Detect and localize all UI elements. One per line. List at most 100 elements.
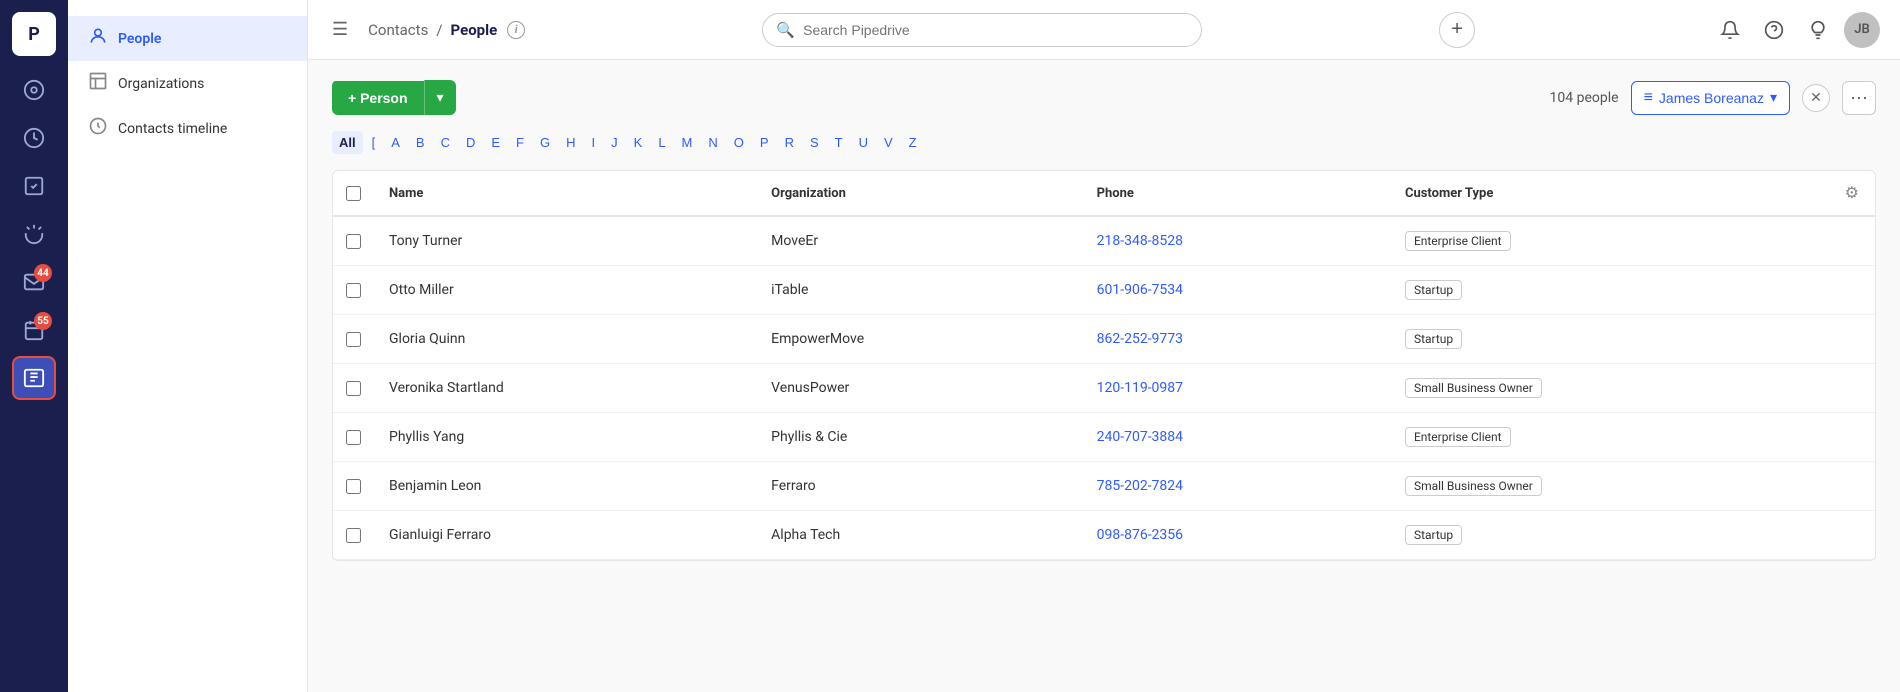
row-phone[interactable]: 098-876-2356 — [1081, 511, 1389, 560]
sidebar-icon-tasks[interactable] — [12, 164, 56, 208]
row-name[interactable]: Tony Turner — [373, 216, 755, 266]
alpha-btn-s[interactable]: S — [803, 131, 826, 154]
row-organization[interactable]: VenusPower — [755, 364, 1080, 413]
customer-type-tag: Small Business Owner — [1405, 378, 1542, 398]
alpha-btn-l[interactable]: L — [651, 131, 672, 154]
sidebar-icon-mail[interactable]: 44 — [12, 260, 56, 304]
sidebar-item-people[interactable]: People — [68, 16, 307, 61]
alpha-btn-j[interactable]: J — [604, 131, 625, 154]
row-checkbox[interactable] — [346, 332, 361, 347]
row-organization[interactable]: iTable — [755, 266, 1080, 315]
customer-type-tag: Small Business Owner — [1405, 476, 1542, 496]
row-customer-type: Small Business Owner — [1389, 462, 1829, 511]
table-row: Gianluigi Ferraro Alpha Tech 098-876-235… — [333, 511, 1875, 560]
row-checkbox[interactable] — [346, 479, 361, 494]
phone-link[interactable]: 240-707-3884 — [1097, 429, 1183, 445]
alpha-btn-b[interactable]: B — [409, 131, 432, 154]
row-organization[interactable]: Phyllis & Cie — [755, 413, 1080, 462]
table-row: Tony Turner MoveEr 218-348-8528 Enterpri… — [333, 216, 1875, 266]
alpha-btn-i[interactable]: I — [585, 131, 603, 154]
app-logo[interactable]: P — [12, 12, 56, 56]
row-organization[interactable]: EmpowerMove — [755, 315, 1080, 364]
row-name[interactable]: Benjamin Leon — [373, 462, 755, 511]
row-phone[interactable]: 785-202-7824 — [1081, 462, 1389, 511]
sidebar-item-organizations[interactable]: Organizations — [68, 61, 307, 106]
row-checkbox[interactable] — [346, 381, 361, 396]
more-options-button[interactable]: ··· — [1842, 81, 1876, 115]
add-person-main-button[interactable]: + Person — [332, 81, 424, 115]
add-person-dropdown-button[interactable]: ▾ — [424, 80, 456, 115]
alpha-btn-c[interactable]: C — [434, 131, 457, 154]
row-phone[interactable]: 120-119-0987 — [1081, 364, 1389, 413]
row-checkbox[interactable] — [346, 528, 361, 543]
phone-link[interactable]: 862-252-9773 — [1097, 331, 1183, 347]
alpha-btn-g[interactable]: G — [533, 131, 557, 154]
row-name[interactable]: Gianluigi Ferraro — [373, 511, 755, 560]
filter-button[interactable]: ≡ James Boreanaz ▾ — [1631, 81, 1790, 115]
phone-link[interactable]: 785-202-7824 — [1097, 478, 1183, 494]
table-row: Veronika Startland VenusPower 120-119-09… — [333, 364, 1875, 413]
alpha-btn-z[interactable]: Z — [902, 131, 924, 154]
row-phone[interactable]: 218-348-8528 — [1081, 216, 1389, 266]
alpha-btn-k[interactable]: K — [627, 131, 650, 154]
phone-link[interactable]: 120-119-0987 — [1097, 380, 1183, 396]
alpha-btn-d[interactable]: D — [459, 131, 482, 154]
info-icon[interactable]: i — [507, 21, 525, 39]
customer-type-tag: Enterprise Client — [1405, 231, 1511, 251]
alpha-btn-p[interactable]: P — [753, 131, 776, 154]
alpha-btn-m[interactable]: M — [675, 131, 700, 154]
alpha-btn-[[interactable]: [ — [365, 131, 383, 154]
alpha-btn-all[interactable]: All — [332, 131, 363, 154]
organization-column-header: Organization — [755, 171, 1080, 216]
row-name[interactable]: Gloria Quinn — [373, 315, 755, 364]
alpha-btn-f[interactable]: F — [509, 131, 531, 154]
customer-type-tag: Enterprise Client — [1405, 427, 1511, 447]
row-phone[interactable]: 601-906-7534 — [1081, 266, 1389, 315]
row-checkbox[interactable] — [346, 283, 361, 298]
alpha-btn-t[interactable]: T — [828, 131, 850, 154]
select-all-header — [333, 171, 373, 216]
alpha-btn-v[interactable]: V — [877, 131, 900, 154]
select-all-checkbox[interactable] — [346, 186, 361, 201]
row-name[interactable]: Veronika Startland — [373, 364, 755, 413]
row-checkbox[interactable] — [346, 234, 361, 249]
alpha-btn-o[interactable]: O — [727, 131, 751, 154]
alpha-btn-u[interactable]: U — [852, 131, 875, 154]
row-organization[interactable]: Alpha Tech — [755, 511, 1080, 560]
sidebar-icon-contacts[interactable] — [12, 356, 56, 400]
phone-link[interactable]: 098-876-2356 — [1097, 527, 1183, 543]
row-phone[interactable]: 240-707-3884 — [1081, 413, 1389, 462]
alpha-btn-r[interactable]: R — [778, 131, 801, 154]
filter-close-button[interactable]: ✕ — [1802, 84, 1830, 112]
search-input[interactable] — [762, 13, 1202, 47]
sidebar-icon-deals[interactable] — [12, 116, 56, 160]
row-phone[interactable]: 862-252-9773 — [1081, 315, 1389, 364]
row-organization[interactable]: MoveEr — [755, 216, 1080, 266]
nav-sidebar: People Organizations Contacts timeline — [68, 0, 308, 692]
alpha-btn-h[interactable]: H — [559, 131, 582, 154]
avatar[interactable]: JB — [1844, 12, 1880, 48]
mail-badge: 44 — [34, 264, 52, 282]
lightbulb-button[interactable] — [1800, 12, 1836, 48]
sidebar-icon-home[interactable] — [12, 68, 56, 112]
sidebar-item-contacts-timeline[interactable]: Contacts timeline — [68, 106, 307, 151]
hamburger-button[interactable]: ☰ — [328, 15, 352, 44]
notifications-button[interactable] — [1712, 12, 1748, 48]
customer-type-column-header: Customer Type — [1389, 171, 1829, 216]
alpha-btn-n[interactable]: N — [701, 131, 724, 154]
customer-type-tag: Startup — [1405, 329, 1462, 349]
sidebar-icon-megaphone[interactable] — [12, 212, 56, 256]
help-button[interactable] — [1756, 12, 1792, 48]
alpha-btn-a[interactable]: A — [384, 131, 407, 154]
alpha-btn-e[interactable]: E — [484, 131, 507, 154]
row-name[interactable]: Otto Miller — [373, 266, 755, 315]
sidebar-icon-calendar[interactable]: 55 — [12, 308, 56, 352]
row-organization[interactable]: Ferraro — [755, 462, 1080, 511]
phone-link[interactable]: 218-348-8528 — [1097, 233, 1183, 249]
customer-type-tag: Startup — [1405, 525, 1462, 545]
add-button[interactable]: + — [1439, 12, 1475, 48]
row-name[interactable]: Phyllis Yang — [373, 413, 755, 462]
row-checkbox[interactable] — [346, 430, 361, 445]
column-settings-button[interactable]: ⚙ — [1845, 183, 1859, 203]
phone-link[interactable]: 601-906-7534 — [1097, 282, 1183, 298]
